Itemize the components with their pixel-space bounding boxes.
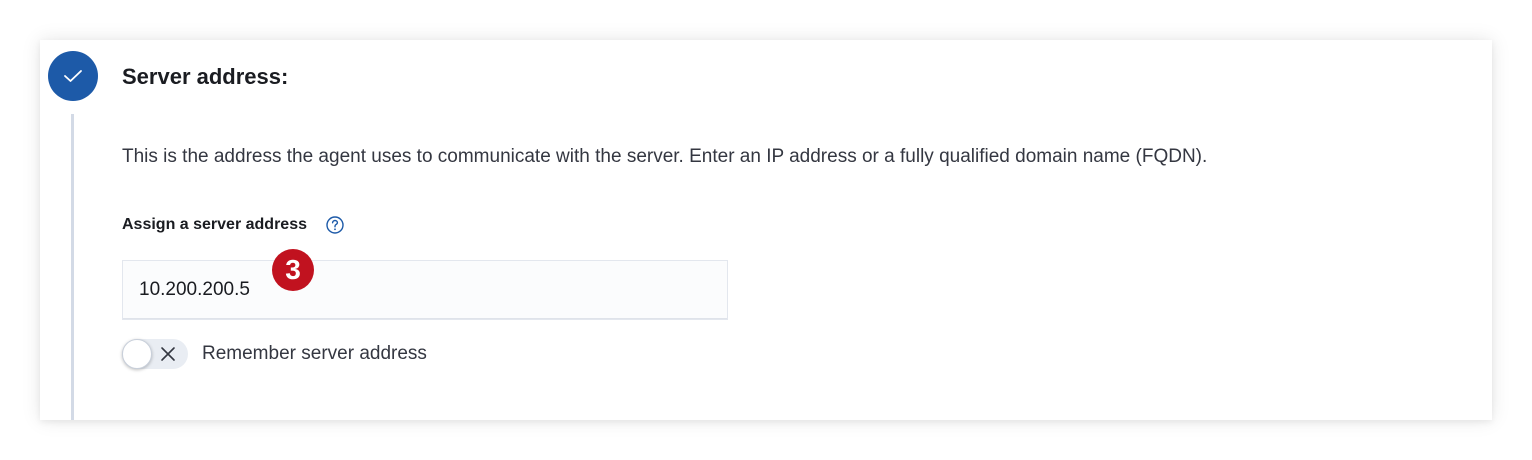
- field-label-row: Assign a server address: [122, 212, 345, 238]
- check-icon: [64, 70, 82, 82]
- remember-server-address-label: Remember server address: [202, 343, 427, 364]
- remember-server-address-toggle[interactable]: [122, 339, 188, 369]
- step-connector-line: [71, 114, 74, 420]
- question-circle-icon[interactable]: [325, 215, 345, 235]
- server-address-label: Assign a server address: [122, 216, 307, 233]
- step-card: Server address: This is the address the …: [40, 40, 1492, 420]
- remember-toggle-row: Remember server address: [122, 338, 427, 370]
- close-icon: [161, 347, 175, 361]
- step-status-indicator: [48, 51, 98, 101]
- step-title: Server address:: [122, 64, 289, 89]
- server-address-input[interactable]: [122, 260, 728, 320]
- stage: Server address: This is the address the …: [0, 0, 1532, 460]
- step-description: This is the address the agent uses to co…: [122, 146, 1208, 167]
- annotation-badge: 3: [272, 249, 314, 291]
- toggle-knob: [122, 339, 152, 369]
